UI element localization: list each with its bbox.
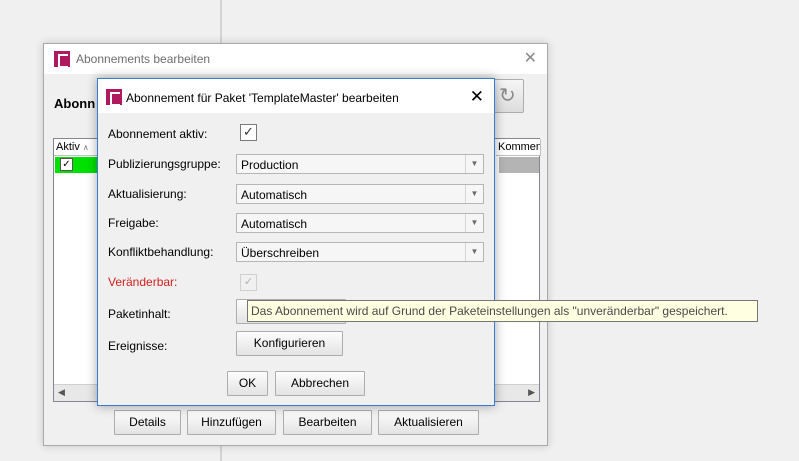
- table-row-selected-cell[interactable]: [499, 157, 539, 173]
- conflict-select[interactable]: Überschreiben ▼: [236, 242, 484, 262]
- chevron-down-icon: ▼: [465, 185, 483, 203]
- update-select[interactable]: Automatisch ▼: [236, 184, 484, 204]
- release-label: Freigabe:: [108, 216, 159, 230]
- app-logo-icon: [106, 89, 122, 106]
- app-logo-icon: [54, 51, 70, 68]
- content-label: Paketinhalt:: [108, 307, 171, 321]
- outer-titlebar: Abonnements bearbeiten ✕: [44, 44, 547, 74]
- dialog-title: Abonnement für Paket 'TemplateMaster' be…: [126, 91, 399, 105]
- changeable-tooltip: Das Abonnement wird auf Grund der Pakete…: [247, 300, 758, 322]
- outer-window-title: Abonnements bearbeiten: [76, 52, 211, 66]
- close-icon[interactable]: ✕: [524, 48, 537, 68]
- chevron-down-icon: ▼: [465, 214, 483, 232]
- active-checkbox[interactable]: ✓: [240, 124, 257, 141]
- sort-ascending-icon: ∧: [82, 143, 89, 152]
- chevron-down-icon: ▼: [465, 243, 483, 261]
- release-select[interactable]: Automatisch ▼: [236, 213, 484, 233]
- group-select[interactable]: Production ▼: [236, 154, 484, 174]
- refresh-icon: ↻: [499, 85, 516, 107]
- events-label: Ereignisse:: [108, 339, 168, 353]
- changeable-label: Veränderbar:: [108, 275, 178, 289]
- scroll-left-icon[interactable]: ◀: [58, 387, 65, 398]
- table-row[interactable]: ✓: [55, 157, 99, 173]
- edit-subscription-dialog: Abonnement für Paket 'TemplateMaster' be…: [97, 78, 495, 406]
- dialog-titlebar: Abonnement für Paket 'TemplateMaster' be…: [98, 79, 494, 113]
- refresh-button[interactable]: ↻: [490, 79, 524, 113]
- update-button[interactable]: Aktualisieren: [378, 410, 479, 435]
- changeable-checkbox: ✓: [240, 274, 257, 291]
- group-label: Publizierungsgruppe:: [108, 157, 221, 171]
- outer-heading: Abonn: [54, 96, 96, 111]
- add-button[interactable]: Hinzufügen: [187, 410, 276, 435]
- configure-button[interactable]: Konfigurieren: [236, 331, 343, 356]
- chevron-down-icon: ▼: [465, 155, 483, 173]
- close-icon[interactable]: ✕: [470, 87, 484, 107]
- ok-button[interactable]: OK: [227, 371, 268, 396]
- edit-button[interactable]: Bearbeiten: [283, 410, 372, 435]
- update-label: Aktualisierung:: [108, 187, 187, 201]
- cancel-button[interactable]: Abbrechen: [275, 371, 365, 396]
- column-header-aktiv[interactable]: Aktiv ∧: [54, 139, 100, 156]
- conflict-label: Konfliktbehandlung:: [108, 245, 214, 259]
- column-header-kommentar[interactable]: Kommen: [496, 139, 541, 156]
- scroll-right-icon[interactable]: ▶: [528, 387, 535, 398]
- active-label: Abonnement aktiv:: [108, 127, 208, 141]
- details-button[interactable]: Details: [114, 410, 181, 435]
- row-active-checkbox[interactable]: ✓: [60, 158, 73, 171]
